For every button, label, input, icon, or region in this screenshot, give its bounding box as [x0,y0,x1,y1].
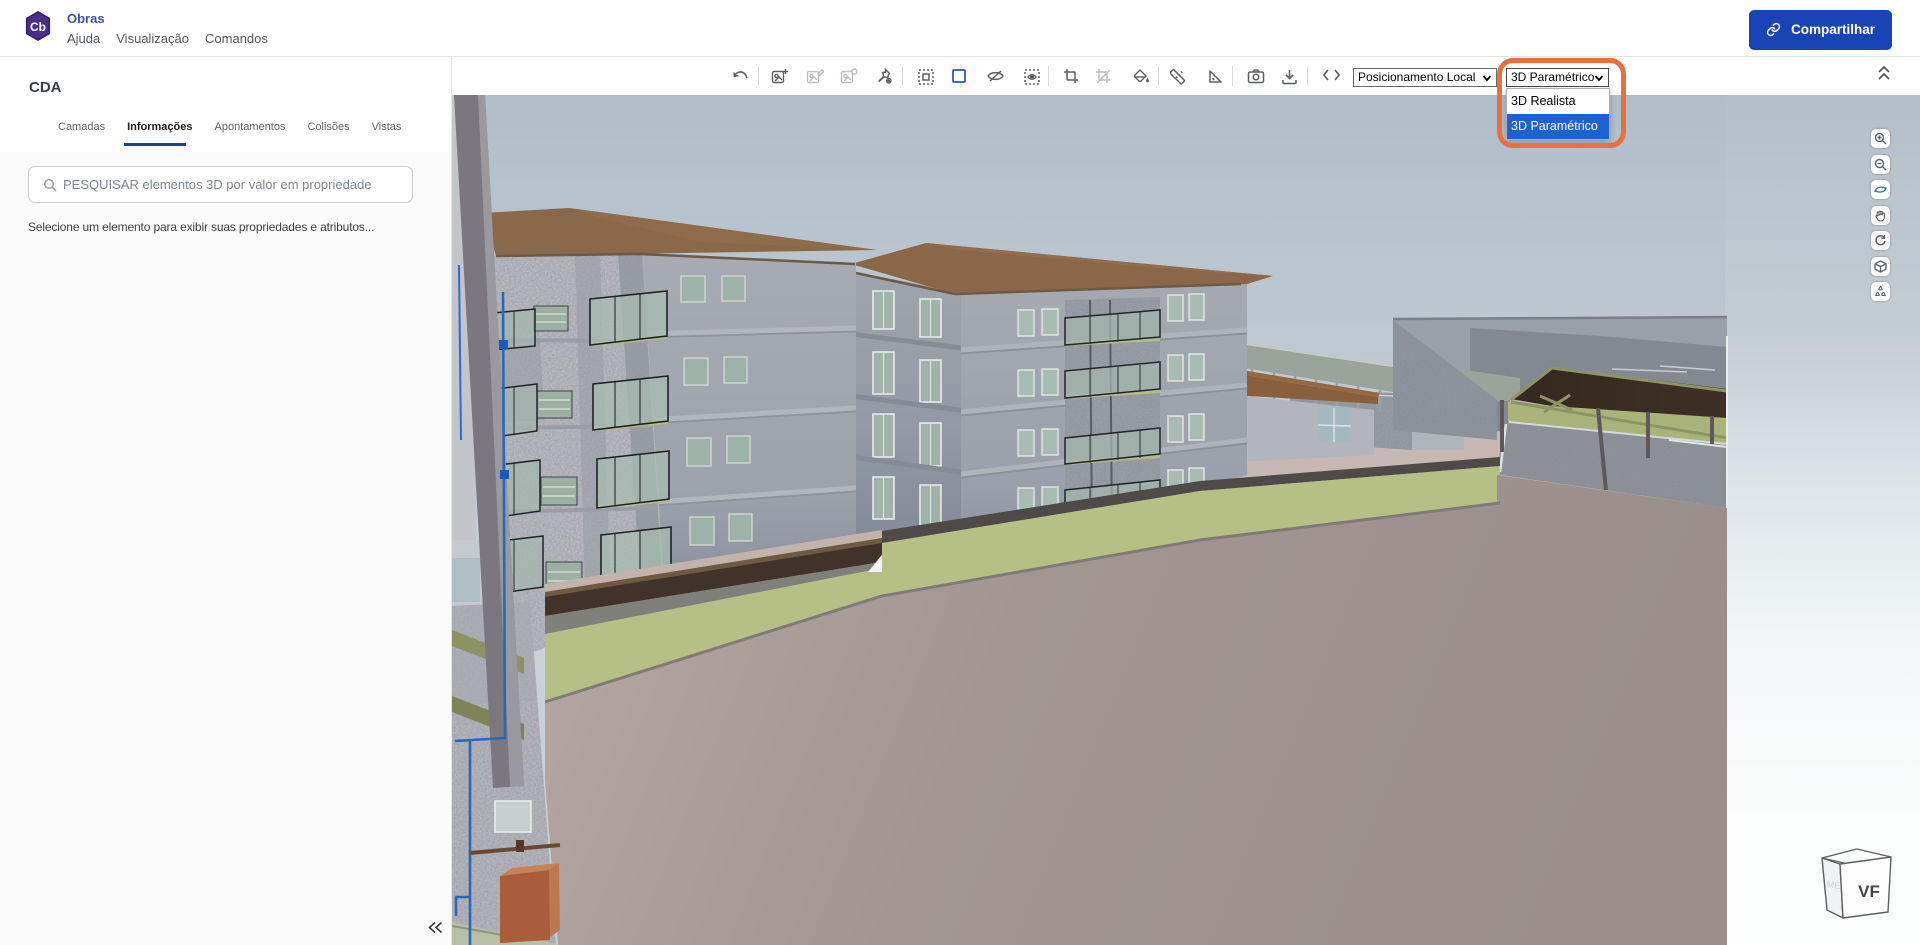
svg-text:ME: ME [1826,879,1842,892]
svg-text:VF: VF [1858,882,1880,901]
svg-text:Cb: Cb [30,20,46,34]
